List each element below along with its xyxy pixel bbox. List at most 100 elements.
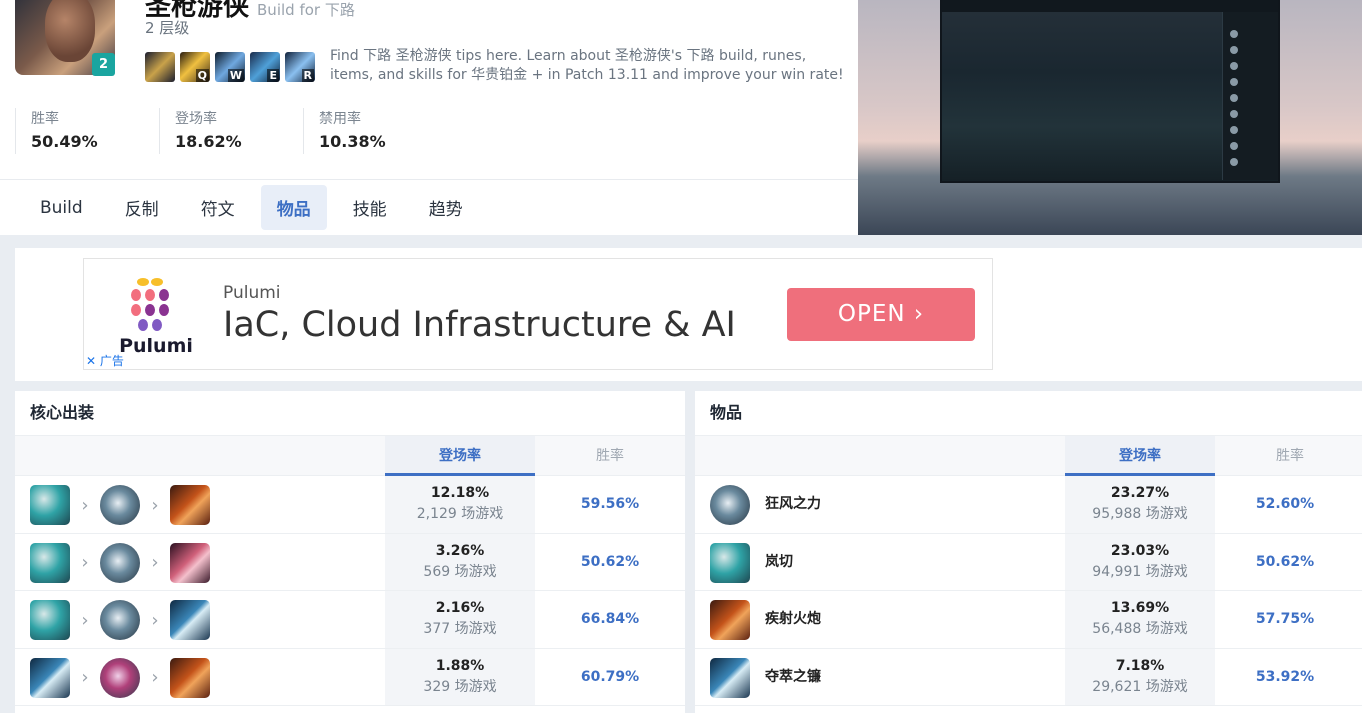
item-name[interactable]: 岚切 (765, 534, 793, 591)
item-icon[interactable] (100, 657, 140, 698)
item-icon[interactable] (170, 485, 210, 525)
core-build-row[interactable]: › › 3.26% 569 场游戏 50.62% (15, 533, 685, 591)
page-tabs: Build 反制 符文 物品 技能 趋势 (0, 179, 858, 235)
skill-r-icon[interactable]: R (285, 52, 315, 82)
close-icon[interactable]: ✕ (86, 354, 96, 368)
win-rate-cell: 52.60% (1255, 496, 1315, 512)
items-panel: 物品 登场率 胜率 狂风之力 23.27% 95,988 场游戏 52.60% 岚切 23… (695, 391, 1362, 713)
ad-card[interactable]: Pulumi ✕ 广告 Pulumi IaC, Cloud Infrastruc… (83, 258, 993, 370)
skill-icons: Q W E R (145, 52, 315, 82)
item-name[interactable]: 疾射火炮 (765, 591, 821, 648)
items-col-winrate[interactable]: 胜率 (1215, 436, 1362, 476)
item-icon[interactable] (30, 542, 70, 583)
item-icon[interactable] (30, 485, 70, 525)
tab-counters[interactable]: 反制 (109, 185, 175, 230)
tab-trends[interactable]: 趋势 (413, 185, 479, 230)
pick-rate-cell: 12.18% 2,129 场游戏 (385, 476, 535, 533)
skill-q-icon[interactable]: Q (180, 52, 210, 82)
tab-items[interactable]: 物品 (260, 185, 327, 230)
passive-icon[interactable] (145, 52, 175, 82)
item-icon[interactable] (170, 600, 210, 640)
skill-e-icon[interactable]: E (250, 52, 280, 82)
chevron-right-icon: › (913, 301, 925, 327)
tier-label: 2 层级 (145, 19, 190, 37)
item-icon[interactable] (30, 600, 70, 640)
win-rate-cell: 50.62% (580, 553, 640, 570)
chevron-right-icon: › (151, 609, 159, 631)
core-builds-header: 登场率 胜率 (15, 435, 685, 476)
core-builds-panel: 核心出装 登场率 胜率 › › 12.18% 2,129 场游戏 59.56% › › 3.2… (15, 391, 685, 713)
item-icon[interactable] (710, 657, 750, 698)
tab-runes[interactable]: 符文 (185, 185, 251, 230)
core-build-row[interactable]: › › 1.88% 329 场游戏 60.79% (15, 648, 685, 706)
ad-label: 广告 (99, 354, 124, 368)
tab-skills[interactable]: 技能 (337, 185, 403, 230)
items-header: 登场率 胜率 (695, 435, 1362, 476)
skill-w-icon[interactable]: W (215, 52, 245, 82)
stat-banrate: 禁用率 10.38% (303, 108, 447, 154)
pick-rate-cell: 1.88% 329 场游戏 (385, 648, 535, 705)
build-path: › › (30, 485, 210, 525)
chevron-right-icon: › (151, 552, 159, 573)
win-rate-cell: 60.79% (580, 668, 640, 685)
item-icon[interactable] (100, 542, 140, 583)
chevron-right-icon: › (151, 667, 159, 688)
video-screen (940, 0, 1280, 183)
core-col-pickrate[interactable]: 登场率 (385, 436, 535, 476)
items-title: 物品 (710, 403, 743, 422)
item-icon[interactable] (710, 485, 750, 525)
item-row[interactable]: 狂风之力 23.27% 95,988 场游戏 52.60% (695, 476, 1362, 534)
win-rate-cell: 66.84% (580, 611, 640, 627)
tier-badge: 2 (92, 53, 115, 76)
build-for: Build for 下路 (257, 1, 355, 19)
item-name[interactable]: 夺萃之镰 (765, 649, 821, 706)
core-builds-title: 核心出装 (30, 403, 95, 422)
tab-build[interactable]: Build (24, 188, 99, 228)
core-col-winrate[interactable]: 胜率 (535, 436, 685, 476)
build-path: › › (30, 600, 210, 640)
item-icon[interactable] (100, 485, 140, 525)
item-icon[interactable] (30, 657, 70, 698)
champion-description: Find 下路 圣枪游侠 tips here. Learn about 圣枪游侠… (330, 48, 844, 83)
stat-pickrate: 登场率 18.62% (159, 108, 303, 154)
pick-rate-cell: 23.27% 95,988 场游戏 (1065, 476, 1215, 533)
item-row[interactable]: 岚切 23.03% 94,991 场游戏 50.62% (695, 533, 1362, 591)
chevron-right-icon: › (151, 494, 159, 516)
item-row[interactable]: 疾射火炮 13.69% 56,488 场游戏 57.75% (695, 591, 1362, 649)
pick-rate-cell: 23.03% 94,991 场游戏 (1065, 533, 1215, 590)
chevron-right-icon: › (81, 552, 89, 573)
pick-rate-cell: 7.18% 29,621 场游戏 (1065, 648, 1215, 705)
core-build-row[interactable]: › › 2.16% 377 场游戏 66.84% (15, 591, 685, 649)
item-icon[interactable] (170, 657, 210, 698)
ad-banner: Pulumi ✕ 广告 Pulumi IaC, Cloud Infrastruc… (15, 248, 1362, 381)
item-icon[interactable] (710, 600, 750, 640)
pulumi-logo-icon (131, 278, 169, 331)
pick-rate-cell: 2.16% 377 场游戏 (385, 591, 535, 648)
pick-rate-cell: 13.69% 56,488 场游戏 (1065, 591, 1215, 648)
item-row[interactable]: 夺萃之镰 7.18% 29,621 场游戏 53.92% (695, 648, 1362, 706)
champion-stats: 胜率 50.49% 登场率 18.62% 禁用率 10.38% (15, 108, 447, 154)
pick-rate-cell: 3.26% 569 场游戏 (385, 533, 535, 590)
win-rate-cell: 57.75% (1255, 611, 1315, 627)
win-rate-cell: 53.92% (1255, 668, 1315, 685)
build-path: › › (30, 542, 210, 583)
ad-brand: Pulumi (119, 335, 193, 357)
chevron-right-icon: › (81, 609, 89, 631)
stat-winrate: 胜率 50.49% (15, 108, 159, 154)
ad-open-button[interactable]: OPEN › (787, 288, 975, 341)
core-build-row[interactable]: › › 12.18% 2,129 场游戏 59.56% (15, 476, 685, 534)
build-path: › › (30, 657, 210, 698)
item-icon[interactable] (170, 542, 210, 583)
win-rate-cell: 50.62% (1255, 553, 1315, 570)
video-ad[interactable] (858, 0, 1362, 235)
win-rate-cell: 59.56% (580, 496, 640, 512)
ad-close-button[interactable]: ✕ 广告 (86, 352, 124, 369)
item-name[interactable]: 狂风之力 (765, 476, 821, 533)
items-col-pickrate[interactable]: 登场率 (1065, 436, 1215, 476)
chevron-right-icon: › (81, 667, 89, 688)
ad-subtitle: Pulumi (223, 283, 281, 303)
item-icon[interactable] (100, 600, 140, 640)
chevron-right-icon: › (81, 494, 89, 516)
item-icon[interactable] (710, 542, 750, 583)
ad-headline: IaC, Cloud Infrastructure & AI (223, 305, 736, 345)
